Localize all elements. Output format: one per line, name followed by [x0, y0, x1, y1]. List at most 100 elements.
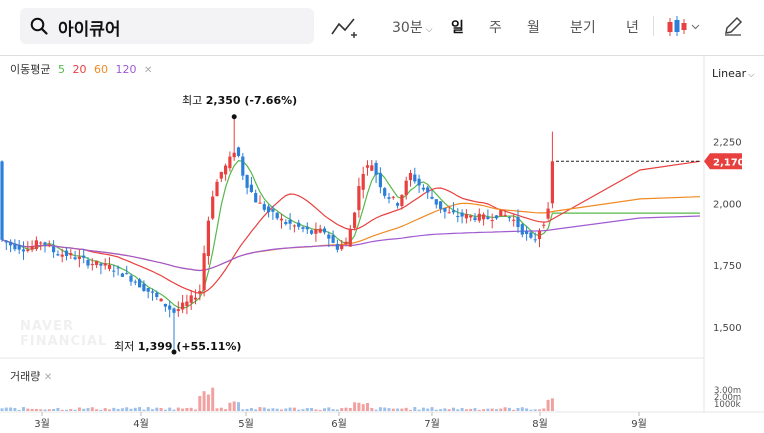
- volume-bar: [237, 402, 240, 411]
- volume-bar: [546, 399, 550, 411]
- low-annotation-value: 1,399 (+55.11%): [138, 340, 242, 353]
- candle-body: [43, 242, 47, 245]
- candle-body: [116, 267, 120, 269]
- candle-body: [383, 188, 387, 196]
- volume-bar: [245, 408, 249, 411]
- candle-body: [516, 216, 520, 228]
- volume-bar: [271, 408, 275, 411]
- volume-bar: [456, 409, 460, 411]
- volume-bar: [52, 408, 56, 411]
- volume-bar: [90, 407, 94, 411]
- candle-body: [353, 212, 357, 228]
- volume-bar: [348, 407, 352, 411]
- volume-bar: [86, 408, 90, 411]
- volume-bar: [396, 408, 400, 411]
- x-tick-label: 9월: [631, 418, 647, 430]
- volume-tick-label: 1000k: [714, 400, 741, 410]
- volume-bar: [361, 404, 365, 411]
- candle-body: [95, 260, 99, 265]
- volume-bar: [39, 409, 43, 411]
- volume-bar: [26, 408, 30, 411]
- volume-bar: [73, 409, 77, 411]
- volume-bar: [417, 409, 421, 411]
- volume-bar: [495, 409, 498, 411]
- volume-bar: [13, 407, 17, 411]
- candle-body: [378, 173, 382, 188]
- candle-body: [297, 222, 301, 227]
- candle-body: [404, 180, 408, 196]
- candle-body: [69, 253, 73, 256]
- candle-body: [542, 224, 546, 226]
- candle-body: [482, 214, 486, 220]
- candle-body: [447, 212, 451, 214]
- candle-body: [77, 256, 81, 259]
- candle-body: [39, 242, 43, 244]
- volume-bar: [344, 407, 348, 411]
- volume-bar: [512, 409, 516, 411]
- candle-body: [292, 225, 296, 227]
- volume-bar: [447, 409, 451, 411]
- candle-body: [249, 184, 253, 192]
- candle-body: [417, 178, 421, 186]
- watermark: NAVERFINANCIAL: [20, 319, 106, 349]
- candle-body: [469, 215, 473, 218]
- candle-body: [301, 227, 305, 229]
- volume-bar: [30, 408, 34, 411]
- candle-body: [17, 244, 21, 250]
- volume-bar: [305, 408, 309, 411]
- candle-body: [73, 257, 77, 260]
- candle-body: [520, 224, 524, 235]
- candle-body: [537, 231, 542, 240]
- candle-body: [64, 250, 69, 257]
- volume-bar: [370, 407, 374, 411]
- candle-body: [305, 226, 309, 230]
- candle-body: [494, 215, 499, 219]
- volume-bar: [490, 408, 494, 411]
- volume-bar: [172, 409, 176, 411]
- volume-bar: [116, 408, 120, 411]
- volume-bar: [146, 407, 150, 411]
- volume-bar: [335, 409, 339, 411]
- watermark-text: NAVER: [20, 319, 74, 334]
- volume-bar: [56, 407, 60, 411]
- candle-body: [86, 259, 90, 266]
- candle-body: [228, 156, 232, 169]
- candle-body: [327, 234, 331, 239]
- volume-bar: [409, 409, 412, 411]
- y-tick-label: 1,750: [713, 261, 742, 272]
- candle-body: [348, 228, 352, 247]
- volume-bar: [112, 407, 116, 411]
- candle-body: [288, 219, 292, 224]
- x-tick-label: 3월: [34, 418, 50, 430]
- high-annotation: 최고 2,350 (-7.66%): [182, 94, 297, 107]
- volume-bar: [163, 409, 167, 411]
- x-tick-label: 6월: [331, 418, 347, 430]
- volume-bar: [507, 407, 511, 411]
- candle-body: [4, 240, 8, 243]
- volume-bar: [288, 407, 292, 411]
- volume-bar: [17, 409, 21, 411]
- candle-body: [318, 228, 322, 233]
- candle-body: [112, 270, 116, 272]
- volume-bar: [280, 409, 283, 411]
- volume-bar: [469, 408, 473, 411]
- volume-bar: [60, 409, 64, 411]
- y-tick-label: 2,000: [713, 199, 742, 210]
- price-chart[interactable]: NAVERFINANCIAL 2,250 2,000 1,750 1,500 3월 4월 5…: [0, 0, 764, 433]
- volume-bar: [391, 408, 395, 411]
- candle-body: [331, 235, 335, 243]
- volume-bar: [323, 408, 326, 411]
- candle-body: [533, 239, 537, 241]
- volume-bar: [151, 409, 154, 411]
- volume-bar: [254, 409, 258, 411]
- candle-body: [387, 197, 391, 199]
- candle-body: [408, 172, 413, 181]
- candle-body: [60, 254, 64, 257]
- volume-bar: [310, 407, 314, 411]
- volume-bar: [439, 409, 443, 411]
- candle-body: [344, 241, 348, 245]
- volume-bar: [65, 409, 68, 411]
- candle-body: [150, 291, 155, 293]
- volume-bar: [202, 391, 206, 411]
- volume-bar: [430, 407, 434, 411]
